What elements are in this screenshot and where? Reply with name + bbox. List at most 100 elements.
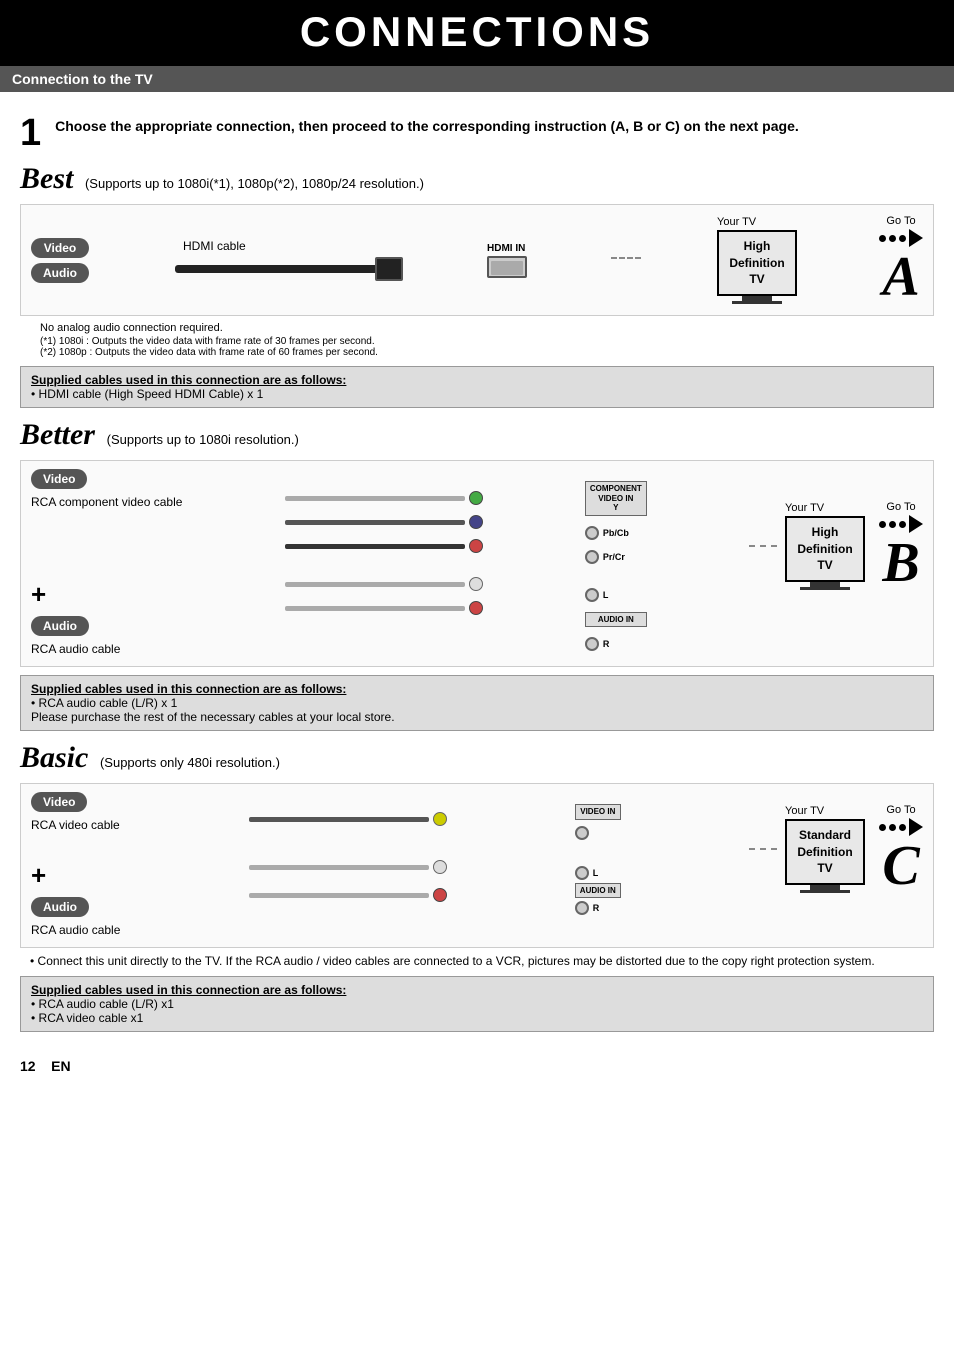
best-tv-text: HighDefinitionTV — [729, 239, 784, 287]
better-tv-box: HighDefinitionTV — [785, 516, 865, 582]
basic-tv-box: StandardDefinitionTV — [785, 819, 865, 885]
best-supplied-items: • HDMI cable (High Speed HDMI Cable) x 1 — [31, 387, 923, 401]
basic-port-al — [575, 866, 589, 880]
basic-wire-l — [249, 865, 429, 870]
rca-pb — [469, 515, 483, 529]
basic-cable-r — [249, 888, 447, 902]
better-dots-arrow — [879, 515, 923, 533]
dot3 — [899, 235, 906, 242]
basic-cable-l — [249, 860, 447, 874]
best-note: No analog audio connection required. — [40, 322, 934, 334]
dot-c3 — [899, 824, 906, 831]
better-tv-wrap: Your TV HighDefinitionTV — [785, 502, 865, 590]
basic-video-in-label: VIDEO IN — [575, 804, 621, 820]
best-diagram: Video Audio HDMI cable HDMI IN Your T — [20, 204, 934, 316]
better-dashed — [749, 545, 777, 547]
basic-audio-ports: L AUDIO IN R — [575, 866, 621, 916]
basic-r-label: R — [593, 903, 600, 913]
comp-pb-row: Pb/Cb — [585, 526, 647, 540]
better-quality-row: Better (Supports up to 1080i resolution.… — [20, 418, 934, 452]
basic-plus: + — [31, 860, 46, 891]
page-footer: 12 EN — [0, 1050, 954, 1082]
comp-cable-pb — [285, 515, 483, 529]
page-number: 12 — [20, 1058, 36, 1074]
dot-b2 — [889, 521, 896, 528]
better-heading: Better — [20, 418, 95, 451]
comp-wire-y — [285, 496, 465, 501]
basic-supplied-item2: • RCA video cable x1 — [31, 1011, 923, 1025]
audio-l-row: L — [585, 588, 647, 602]
better-tv-text: HighDefinitionTV — [797, 525, 852, 573]
best-supplied-title: Supplied cables used in this connection … — [31, 373, 923, 387]
best-badges: Video Audio — [31, 238, 89, 283]
step1: 1 Choose the appropriate connection, the… — [20, 114, 934, 152]
dot-c1 — [879, 824, 886, 831]
dot-c2 — [889, 824, 896, 831]
better-supplied-item2: Please purchase the rest of the necessar… — [31, 710, 923, 724]
basic-tv-goto: Your TV StandardDefinitionTV Go To C — [749, 804, 923, 894]
best-subtext: (Supports up to 1080i(*1), 1080p(*2), 10… — [85, 176, 424, 191]
comp-wire-l — [285, 582, 465, 587]
better-cable-video-label: RCA component video cable — [31, 494, 182, 509]
basic-rca-r — [433, 888, 447, 902]
best-cable-wire — [175, 265, 375, 273]
better-cables — [285, 491, 483, 615]
comp-cable-pr — [285, 539, 483, 553]
rca-y — [469, 491, 483, 505]
best-goto-label: Go To — [886, 215, 915, 227]
pr-label: Pr/Cr — [603, 552, 625, 562]
best-letter: A — [882, 249, 919, 305]
basic-cables — [249, 812, 447, 902]
basic-audio-badge: Audio — [31, 897, 89, 917]
arrow-right-b — [909, 515, 923, 533]
best-heading: Best — [20, 162, 73, 195]
tv-base-c — [800, 890, 850, 893]
best-cable-assembly — [175, 257, 403, 281]
section-title: Connection to the TV — [12, 71, 153, 87]
better-badges-col: Video RCA component video cable + Audio … — [31, 471, 182, 656]
basic-supplied-title: Supplied cables used in this connection … — [31, 983, 923, 997]
best-cable-area: HDMI cable — [175, 239, 403, 281]
basic-audio-cable-label: RCA audio cable — [31, 922, 120, 937]
basic-video-area: Video — [31, 794, 87, 809]
dot2 — [889, 235, 896, 242]
best-footnote1: (*1) 1080i : Outputs the video data with… — [40, 336, 934, 347]
better-audio-cable-text: RCA audio cable — [31, 642, 120, 656]
better-supplied-title: Supplied cables used in this connection … — [31, 682, 923, 696]
best-hdmi-port — [487, 256, 527, 278]
better-cable-label: RCA component video cable — [31, 495, 182, 509]
comp-pr-row: Pr/Cr — [585, 550, 647, 564]
better-video-badge: Video — [31, 469, 87, 489]
r-label: R — [603, 639, 610, 649]
comp-wire-r — [285, 606, 465, 611]
audio-in-label: AUDIO IN — [585, 612, 647, 628]
better-audio-cable-label: RCA audio cable — [31, 641, 120, 656]
step-number: 1 — [20, 114, 41, 152]
best-footnote2: (*2) 1080p : Outputs the video data with… — [40, 347, 934, 358]
page-lang: EN — [51, 1058, 70, 1074]
comp-cable-r — [285, 601, 483, 615]
basic-diagram: Video RCA video cable + Audio RCA audio … — [20, 783, 934, 948]
basic-rca-v — [433, 812, 447, 826]
comp-port-al — [585, 588, 599, 602]
basic-input-block: VIDEO IN L AUDIO IN R — [575, 804, 621, 915]
rca-l — [469, 577, 483, 591]
basic-dots-arrow — [879, 818, 923, 836]
dot-b3 — [899, 521, 906, 528]
arrow-right — [909, 229, 923, 247]
best-video-badge: Video — [31, 238, 89, 258]
best-audio-badge: Audio — [31, 263, 89, 283]
main-content: 1 Choose the appropriate connection, the… — [0, 92, 954, 1050]
basic-port-ar — [575, 901, 589, 915]
basic-wire-r — [249, 893, 429, 898]
better-supplied-item1: • RCA audio cable (L/R) x 1 — [31, 696, 923, 710]
better-subtext: (Supports up to 1080i resolution.) — [107, 432, 299, 447]
comp-wire-pr — [285, 544, 465, 549]
best-tv-box: HighDefinitionTV — [717, 230, 797, 296]
best-hdmi-port-area: HDMI IN — [487, 243, 527, 278]
rca-pr — [469, 539, 483, 553]
comp-cable-l — [285, 577, 483, 591]
best-your-tv: Your TV — [717, 216, 756, 228]
basic-cable-video-label: RCA video cable — [31, 817, 120, 832]
better-audio-badge: Audio — [31, 616, 89, 636]
